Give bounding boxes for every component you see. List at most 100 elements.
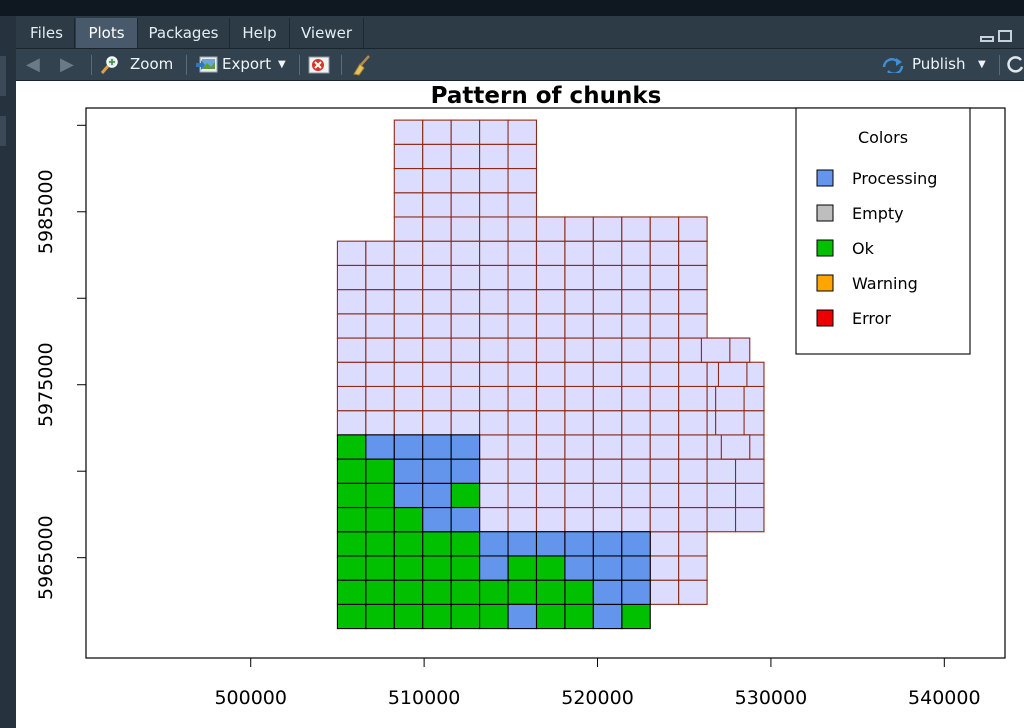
chunk-cell-pending [365, 410, 395, 436]
y-tick-label: 5975000 [35, 342, 57, 427]
chunk-cell-pending [479, 482, 509, 509]
chunk-cell-pending [535, 216, 566, 242]
export-label: Export [222, 55, 272, 73]
chunk-cell-pending [649, 506, 680, 533]
chunk-cell-pending [365, 264, 395, 291]
chevron-down-icon: ▼ [978, 59, 986, 70]
chunk-cell-pending [479, 506, 509, 533]
refresh-icon[interactable] [1006, 55, 1024, 73]
chunk-cell-pending [507, 361, 538, 388]
toolbar-separator [999, 55, 1000, 75]
chunk-cell-pending [592, 458, 623, 484]
chunk-cell-pending [649, 264, 680, 291]
chunk-cell-pending [678, 216, 708, 242]
chunk-cell-pending [507, 289, 538, 315]
chunk-cell-ok [479, 579, 509, 605]
chunk-cell-ok [365, 603, 395, 630]
publish-button[interactable]: Publish ▼ [882, 49, 992, 80]
chunk-cell-processing [564, 555, 594, 581]
chunk-cell-pending [479, 216, 509, 242]
chunk-cell-ok [535, 579, 566, 605]
chunk-cell-pending [564, 434, 594, 460]
chunk-cell-pending [507, 482, 538, 509]
chunk-cell-ok [450, 579, 481, 605]
legend-label: Error [852, 309, 891, 328]
chunk-cell-pending [479, 361, 509, 388]
pane-window-controls [980, 30, 1016, 44]
chunk-cell-pending [507, 167, 538, 194]
chunk-cell-pending [479, 192, 509, 218]
maximize-pane-icon[interactable] [998, 30, 1012, 42]
tab-files[interactable]: Files [19, 18, 75, 48]
chunk-cell-processing [535, 531, 566, 557]
legend-label: Empty [852, 204, 904, 223]
chunk-cell-processing [592, 603, 623, 630]
chunk-cell-pending [336, 361, 367, 388]
chunk-cell-pending [393, 264, 424, 291]
chunk-cell-pending [422, 313, 452, 339]
chunk-cell-pending [450, 289, 481, 315]
export-button[interactable]: Export ▼ [196, 49, 292, 80]
chunk-cell-pending [365, 240, 395, 266]
chunk-cell-pending [706, 458, 737, 484]
chunk-cell-pending [592, 482, 623, 509]
chunk-cell-pending [621, 434, 651, 460]
tab-help[interactable]: Help [230, 18, 290, 48]
chunk-cell-pending [336, 410, 367, 436]
chunk-cell-pending [479, 458, 509, 484]
legend-swatch [816, 169, 834, 187]
chunk-cell-pending [365, 385, 395, 412]
right-arrow-icon[interactable]: ▶ [60, 56, 82, 74]
chunk-cell-ok [393, 579, 424, 605]
chunk-cell-ok [422, 603, 452, 630]
chunk-cell-pending [621, 410, 651, 436]
chunk-cell-pending [535, 482, 566, 509]
chunk-cell-pending [535, 385, 566, 412]
chunk-cell-ok [450, 603, 481, 630]
chunk-cell-pending [649, 555, 680, 581]
chunk-cell-ok [450, 531, 481, 557]
chevron-down-icon: ▼ [278, 59, 286, 70]
chunk-cell-pending [393, 313, 424, 339]
chunk-cell-pending [507, 434, 538, 460]
chunk-cell-pending [507, 216, 538, 242]
publish-label: Publish [912, 55, 966, 73]
remove-plot-button[interactable] [308, 49, 332, 80]
chunk-cell-pending [621, 361, 651, 388]
tab-viewer[interactable]: Viewer [290, 18, 364, 48]
chunk-cell-pending [422, 337, 452, 363]
chunk-cell-processing [393, 434, 424, 460]
tab-packages[interactable]: Packages [138, 18, 230, 48]
chunk-cell-pending [450, 385, 481, 412]
chunk-cell-pending [720, 434, 751, 460]
chunk-cell-pending [564, 482, 594, 509]
chunk-cell-pending [564, 289, 594, 315]
x-tick-label: 530000 [735, 687, 808, 709]
chunk-cell-ok [336, 531, 367, 557]
chunk-cell-ok [507, 555, 538, 581]
chunk-cell-pending [422, 361, 452, 388]
chunk-cell-pending [678, 361, 708, 388]
legend-swatch [816, 239, 834, 257]
chunk-cell-pending [507, 458, 538, 484]
chunk-cell-pending [678, 264, 708, 291]
chunk-cell-pending [365, 361, 395, 388]
chunk-cell-processing [422, 506, 452, 533]
chunk-cell-pending [507, 192, 538, 218]
chunk-cell-pending [535, 361, 566, 388]
chunk-cell-pending [592, 410, 623, 436]
left-arrow-icon[interactable]: ◀ [26, 56, 48, 74]
chunk-cell-ok [621, 603, 651, 630]
chunk-cell-processing [564, 531, 594, 557]
chunk-cell-processing [621, 531, 651, 557]
chunk-cell-pending [621, 240, 651, 266]
minimize-pane-icon[interactable] [980, 36, 994, 42]
chunk-cell-pending [422, 385, 452, 412]
chunk-cell-pending [678, 240, 708, 266]
chunk-cell-processing [365, 434, 395, 460]
chunk-cell-ok [422, 555, 452, 581]
chunk-cell-pending [678, 289, 708, 315]
clear-all-plots-button[interactable] [350, 49, 374, 80]
chunk-cell-pending [621, 482, 651, 509]
tab-plots[interactable]: Plots [76, 18, 138, 48]
